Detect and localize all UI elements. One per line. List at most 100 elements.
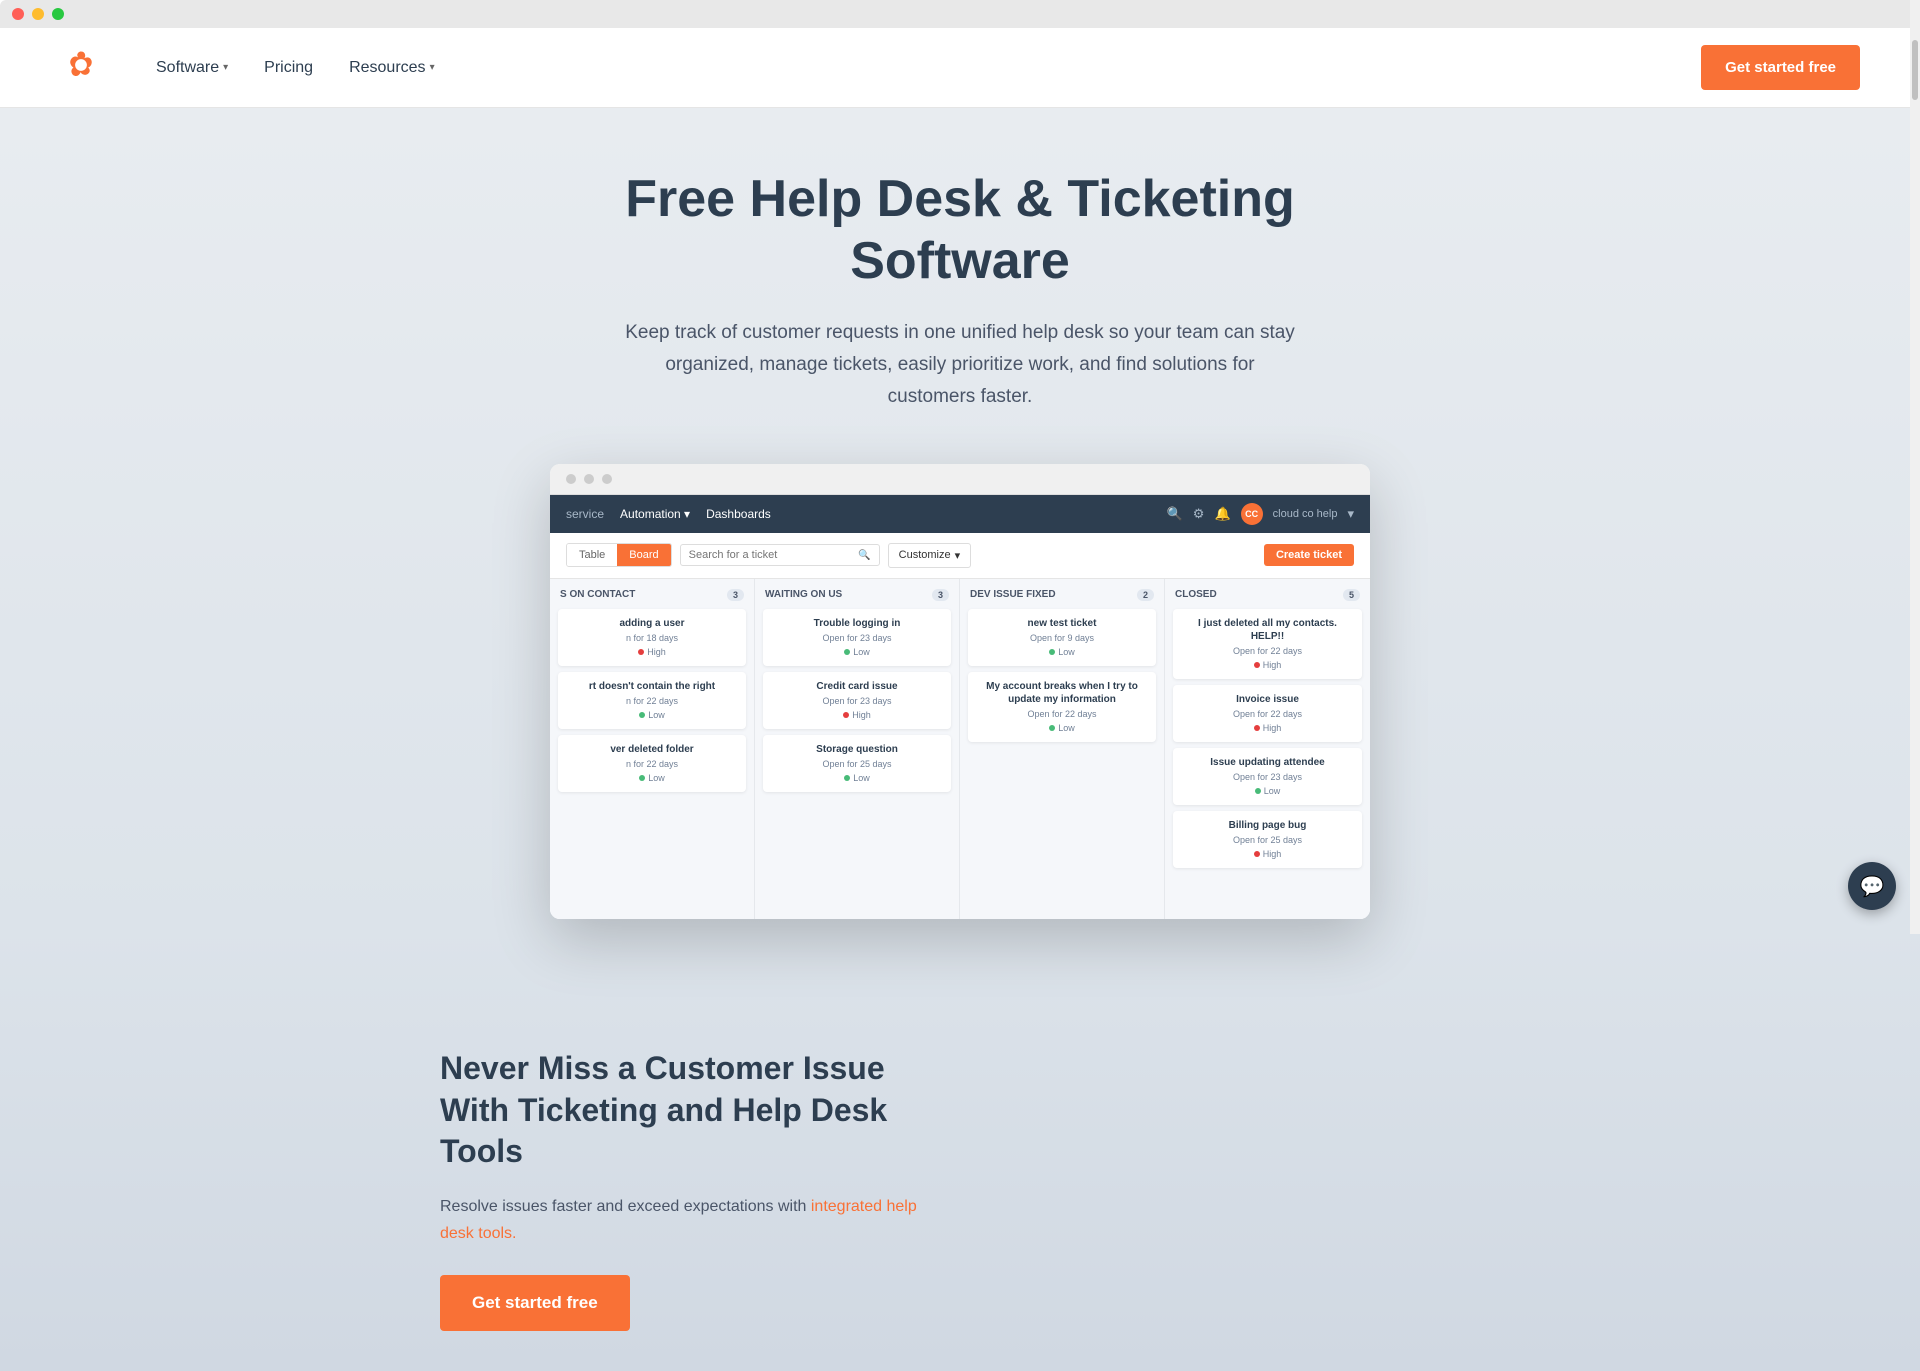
card-meta: Open for 23 days — [773, 633, 941, 643]
card-meta: n for 22 days — [568, 759, 736, 769]
badge-dot — [1254, 851, 1260, 857]
nav-pricing-label: Pricing — [264, 59, 313, 77]
col-count: 2 — [1137, 589, 1154, 601]
card-badge: High — [638, 647, 666, 657]
kanban-col-header: S ON CONTACT 3 — [558, 589, 746, 601]
kanban-card[interactable]: I just deleted all my contacts. HELP!! O… — [1173, 609, 1362, 679]
chat-widget[interactable]: 💬 — [1848, 862, 1896, 910]
content-heading: Never Miss a Customer Issue With Ticketi… — [440, 1048, 920, 1173]
dash-user-label: cloud co help — [1273, 508, 1338, 520]
mac-window-chrome — [0, 0, 1920, 28]
nav-menu: Software ▾ Pricing Resources ▾ — [142, 51, 1701, 85]
col-title: S ON CONTACT — [560, 589, 635, 600]
badge-dot — [1254, 662, 1260, 668]
card-badge: Low — [639, 773, 665, 783]
mac-close-dot[interactable] — [12, 8, 24, 20]
browser-bar — [550, 464, 1370, 495]
scrollbar-thumb[interactable] — [1912, 40, 1918, 100]
dashboard-toolbar: Table Board 🔍 Customize ▾ Create ticket — [550, 533, 1370, 579]
card-title: ver deleted folder — [568, 743, 736, 756]
hero-lower-section: Never Miss a Customer Issue With Ticketi… — [0, 928, 1920, 1371]
card-title: Issue updating attendee — [1183, 756, 1352, 769]
col-title: WAITING ON US — [765, 589, 842, 600]
browser-dot-2 — [584, 474, 594, 484]
hubspot-logo-svg — [60, 44, 102, 86]
content-cta-button[interactable]: Get started free — [440, 1275, 630, 1331]
kanban-col-header: CLOSED5 — [1173, 589, 1362, 601]
kanban-card[interactable]: Invoice issue Open for 22 days High — [1173, 685, 1362, 742]
badge-dot — [843, 712, 849, 718]
kanban-card[interactable]: Storage question Open for 25 days Low — [763, 735, 951, 792]
badge-label: Low — [1264, 786, 1281, 796]
kanban-card[interactable]: new test ticket Open for 9 days Low — [968, 609, 1156, 666]
card-title: I just deleted all my contacts. HELP!! — [1183, 617, 1352, 643]
badge-dot — [1255, 788, 1261, 794]
nav-software-chevron: ▾ — [223, 62, 228, 73]
badge-label: High — [647, 647, 666, 657]
dash-avatar: CC — [1241, 503, 1263, 525]
kanban-card[interactable]: Issue updating attendee Open for 23 days… — [1173, 748, 1362, 805]
navbar: Software ▾ Pricing Resources ▾ Get start… — [0, 28, 1920, 108]
browser-mockup: service Automation ▾ Dashboards 🔍 ⚙ 🔔 CC… — [550, 464, 1370, 919]
kanban-card[interactable]: ver deleted folder n for 22 days Low — [558, 735, 746, 792]
view-table-button[interactable]: Table — [567, 544, 617, 566]
kanban-card[interactable]: Trouble logging in Open for 23 days Low — [763, 609, 951, 666]
chat-icon: 💬 — [1860, 874, 1885, 899]
card-meta: Open for 25 days — [773, 759, 941, 769]
nav-item-pricing[interactable]: Pricing — [250, 51, 327, 85]
kanban-card[interactable]: rt doesn't contain the right n for 22 da… — [558, 672, 746, 729]
badge-dot — [1049, 649, 1055, 655]
card-meta: n for 22 days — [568, 696, 736, 706]
card-title: My account breaks when I try to update m… — [978, 680, 1146, 706]
dashboard-topbar: service Automation ▾ Dashboards 🔍 ⚙ 🔔 CC… — [550, 495, 1370, 533]
kanban-card[interactable]: Billing page bug Open for 25 days High — [1173, 811, 1362, 868]
kanban-card[interactable]: Credit card issue Open for 23 days High — [763, 672, 951, 729]
card-meta: Open for 22 days — [1183, 709, 1352, 719]
card-badge: Low — [1049, 647, 1075, 657]
ticket-search-input[interactable] — [689, 549, 855, 561]
view-board-button[interactable]: Board — [617, 544, 670, 566]
hero-subtitle: Keep track of customer requests in one u… — [620, 317, 1300, 414]
card-badge: Low — [639, 710, 665, 720]
card-badge: Low — [1255, 786, 1281, 796]
card-title: Storage question — [773, 743, 941, 756]
nav-item-software[interactable]: Software ▾ — [142, 51, 242, 85]
card-meta: Open for 9 days — [978, 633, 1146, 643]
dashboard-mockup: service Automation ▾ Dashboards 🔍 ⚙ 🔔 CC… — [550, 495, 1370, 919]
kanban-col-header: WAITING ON US3 — [763, 589, 951, 601]
dash-bell-icon: 🔔 — [1214, 506, 1230, 522]
kanban-col-s-on-contact: S ON CONTACT 3 adding a user n for 18 day… — [550, 579, 755, 919]
search-icon: 🔍 — [858, 550, 870, 561]
kanban-card[interactable]: My account breaks when I try to update m… — [968, 672, 1156, 742]
badge-dot — [639, 775, 645, 781]
nav-resources-label: Resources — [349, 59, 425, 77]
dash-icons: 🔍 ⚙ 🔔 CC cloud co help ▾ — [1167, 503, 1354, 525]
nav-item-resources[interactable]: Resources ▾ — [335, 51, 449, 85]
logo[interactable] — [60, 44, 102, 91]
card-badge: High — [1254, 723, 1282, 733]
kanban-col-waiting-on-us: WAITING ON US3 Trouble logging in Open f… — [755, 579, 960, 919]
content-link[interactable]: integrated help desk tools. — [440, 1198, 917, 1242]
kanban-col-header: DEV ISSUE FIXED 2 — [968, 589, 1156, 601]
card-badge: Low — [844, 773, 870, 783]
col-count: 3 — [727, 589, 744, 601]
badge-dot — [1049, 725, 1055, 731]
card-badge: High — [1254, 660, 1282, 670]
mac-fullscreen-dot[interactable] — [52, 8, 64, 20]
card-meta: n for 18 days — [568, 633, 736, 643]
dash-nav-automation: Automation ▾ — [620, 507, 690, 521]
navbar-cta-button[interactable]: Get started free — [1701, 45, 1860, 90]
browser-dot-3 — [602, 474, 612, 484]
mac-minimize-dot[interactable] — [32, 8, 44, 20]
card-badge: Low — [844, 647, 870, 657]
scrollbar-track[interactable] — [1910, 0, 1920, 934]
badge-label: High — [1263, 660, 1282, 670]
badge-label: High — [852, 710, 871, 720]
customize-button[interactable]: Customize ▾ — [888, 543, 972, 568]
badge-label: High — [1263, 723, 1282, 733]
kanban-col-closed: CLOSED5 I just deleted all my contacts. … — [1165, 579, 1370, 919]
badge-label: Low — [853, 773, 870, 783]
kanban-card[interactable]: adding a user n for 18 days High — [558, 609, 746, 666]
create-ticket-button[interactable]: Create ticket — [1264, 544, 1354, 566]
col-title: DEV ISSUE FIXED — [970, 589, 1056, 600]
